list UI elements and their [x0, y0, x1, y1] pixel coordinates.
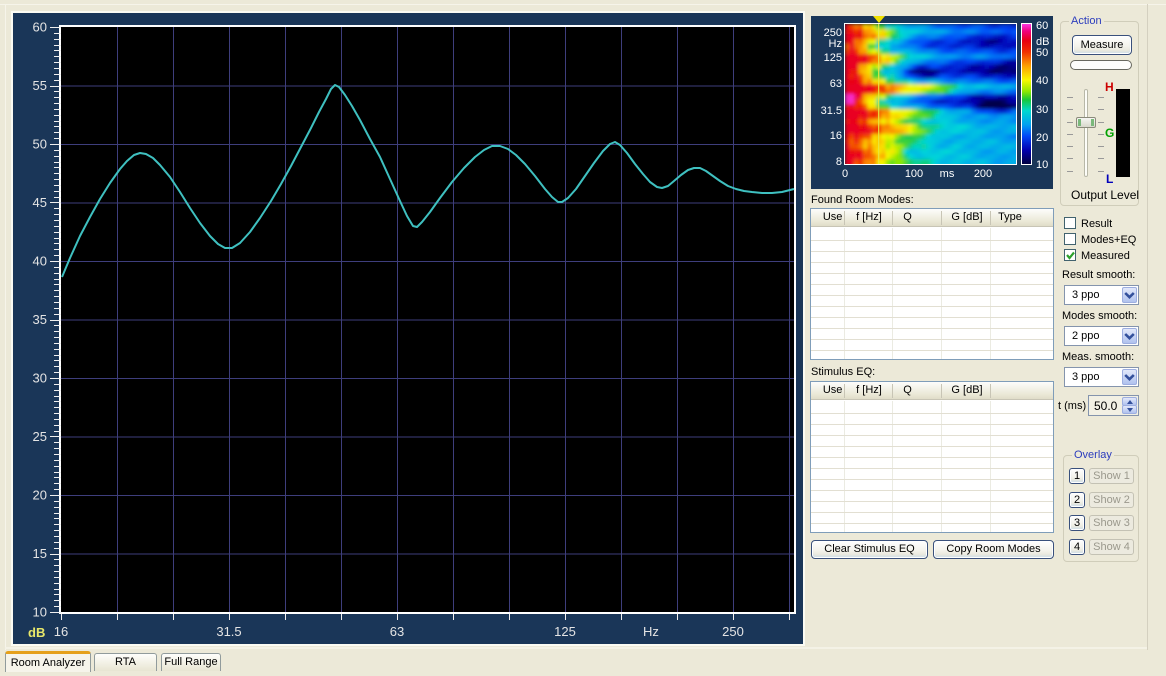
svg-text:60: 60 — [33, 20, 47, 35]
svg-text:31.5: 31.5 — [216, 624, 241, 639]
svg-text:250: 250 — [722, 624, 744, 639]
svg-text:16: 16 — [54, 624, 68, 639]
svg-text:35: 35 — [33, 312, 47, 327]
svg-text:125: 125 — [554, 624, 576, 639]
svg-text:Hz: Hz — [643, 624, 659, 639]
svg-text:dB: dB — [28, 625, 45, 640]
svg-text:30: 30 — [33, 371, 47, 386]
svg-text:50: 50 — [33, 137, 47, 152]
svg-text:45: 45 — [33, 195, 47, 210]
svg-text:40: 40 — [33, 254, 47, 269]
svg-text:55: 55 — [33, 78, 47, 93]
svg-text:20: 20 — [33, 488, 47, 503]
svg-text:63: 63 — [390, 624, 404, 639]
svg-text:25: 25 — [33, 429, 47, 444]
svg-text:15: 15 — [33, 546, 47, 561]
svg-text:10: 10 — [33, 605, 47, 620]
